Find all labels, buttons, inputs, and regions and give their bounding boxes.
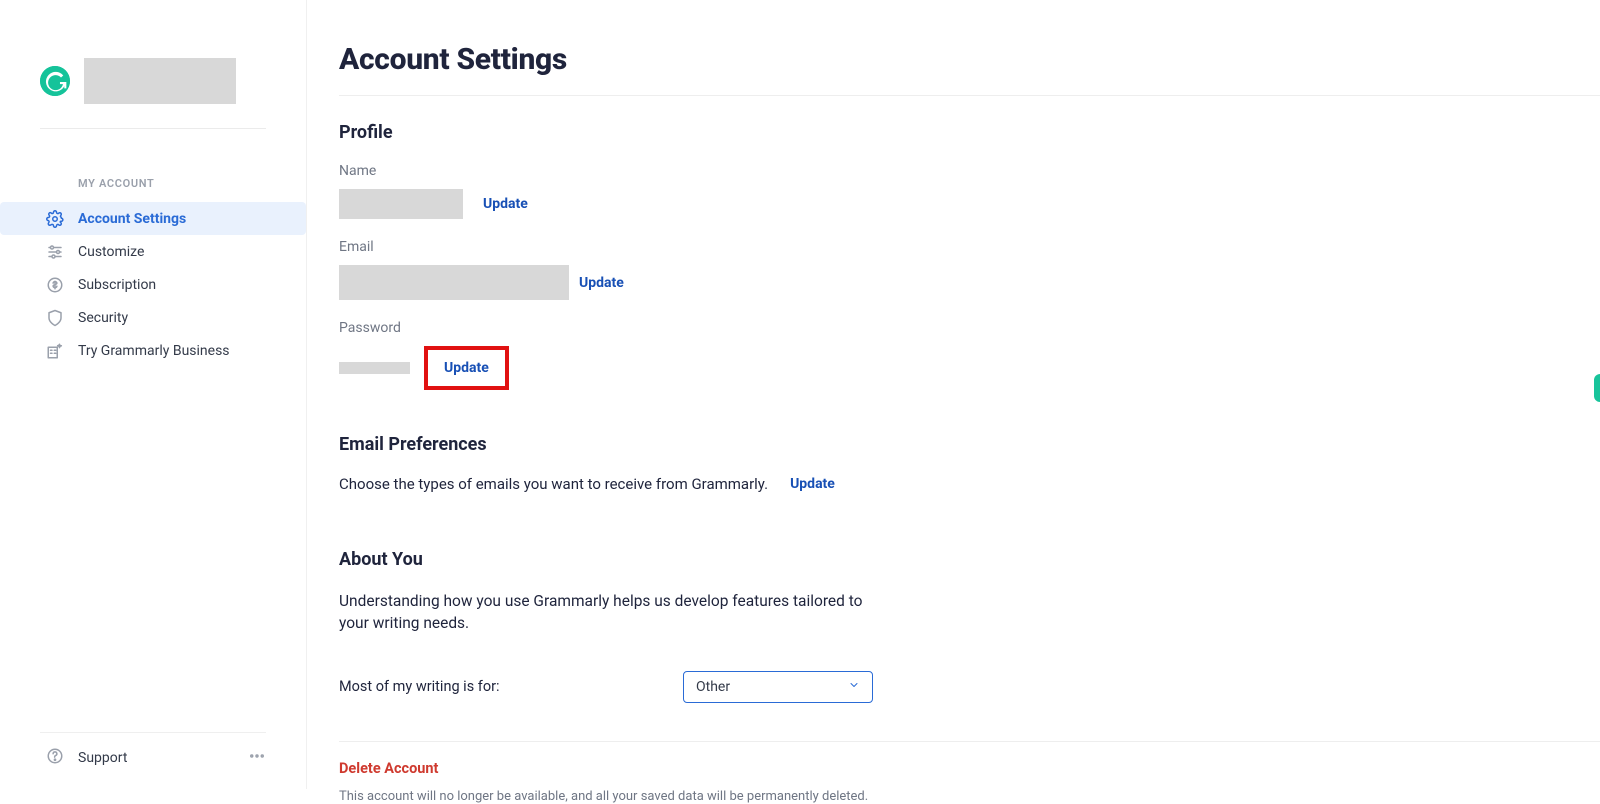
update-password-highlight: Update bbox=[424, 346, 509, 390]
sidebar-item-try-business[interactable]: Try Grammarly Business bbox=[0, 334, 306, 367]
sidebar-divider bbox=[40, 128, 266, 129]
email-preferences-desc: Choose the types of emails you want to r… bbox=[339, 475, 768, 493]
name-value-redacted bbox=[339, 189, 463, 219]
update-password-button[interactable]: Update bbox=[444, 360, 489, 376]
sidebar-item-label: Security bbox=[78, 310, 128, 326]
sidebar-item-account-settings[interactable]: Account Settings bbox=[0, 202, 306, 235]
support-label: Support bbox=[78, 750, 127, 766]
update-email-button[interactable]: Update bbox=[579, 275, 624, 291]
sidebar-item-customize[interactable]: Customize bbox=[0, 235, 306, 268]
email-label: Email bbox=[339, 239, 1600, 255]
name-label: Name bbox=[339, 163, 1600, 179]
sidebar-item-label: Customize bbox=[78, 244, 144, 260]
chevron-down-icon bbox=[848, 679, 860, 695]
nav-section-heading: MY ACCOUNT bbox=[0, 177, 306, 202]
grammarly-logo-icon bbox=[40, 66, 70, 96]
update-name-button[interactable]: Update bbox=[483, 196, 528, 212]
email-value-redacted bbox=[339, 265, 569, 300]
page-title: Account Settings bbox=[339, 32, 1600, 95]
dollar-icon bbox=[46, 276, 64, 294]
email-preferences-heading: Email Preferences bbox=[339, 434, 1600, 455]
more-menu-button[interactable] bbox=[248, 747, 266, 769]
delete-account-desc: This account will no longer be available… bbox=[339, 789, 1600, 804]
sidebar-item-label: Subscription bbox=[78, 277, 156, 293]
sidebar-item-label: Account Settings bbox=[78, 211, 186, 227]
update-email-preferences-button[interactable]: Update bbox=[790, 476, 835, 492]
sidebar-item-security[interactable]: Security bbox=[0, 301, 306, 334]
main-content: Account Settings Profile Name Update Ema… bbox=[307, 0, 1600, 789]
password-field: Password Update bbox=[339, 320, 1600, 390]
shield-icon bbox=[46, 309, 64, 327]
about-you-desc: Understanding how you use Grammarly help… bbox=[339, 590, 867, 635]
nav: Account Settings Customize Subscription … bbox=[0, 202, 306, 367]
delete-account-heading[interactable]: Delete Account bbox=[339, 760, 1600, 777]
sidebar-item-subscription[interactable]: Subscription bbox=[0, 268, 306, 301]
email-field: Email Update bbox=[339, 239, 1600, 300]
profile-heading: Profile bbox=[339, 122, 1600, 143]
gear-icon bbox=[46, 210, 64, 228]
sliders-icon bbox=[46, 243, 64, 261]
password-label: Password bbox=[339, 320, 1600, 336]
sidebar: MY ACCOUNT Account Settings Customize Su… bbox=[0, 0, 307, 789]
side-tab-icon[interactable] bbox=[1594, 374, 1600, 402]
name-field: Name Update bbox=[339, 163, 1600, 219]
sidebar-item-support[interactable]: Support bbox=[46, 747, 127, 769]
user-name-redacted bbox=[84, 58, 236, 104]
help-icon bbox=[46, 747, 64, 769]
writing-for-question: Most of my writing is for: bbox=[339, 678, 683, 695]
brand-block bbox=[0, 0, 306, 128]
writing-for-select[interactable]: Other bbox=[683, 671, 873, 703]
title-divider bbox=[339, 95, 1600, 96]
about-you-heading: About You bbox=[339, 549, 1600, 570]
danger-divider bbox=[339, 741, 1600, 742]
sidebar-item-label: Try Grammarly Business bbox=[78, 343, 230, 359]
sidebar-bottom-divider bbox=[40, 732, 266, 733]
building-sparkle-icon bbox=[46, 342, 64, 360]
password-value-redacted bbox=[339, 362, 410, 374]
writing-for-selected-value: Other bbox=[696, 679, 730, 695]
